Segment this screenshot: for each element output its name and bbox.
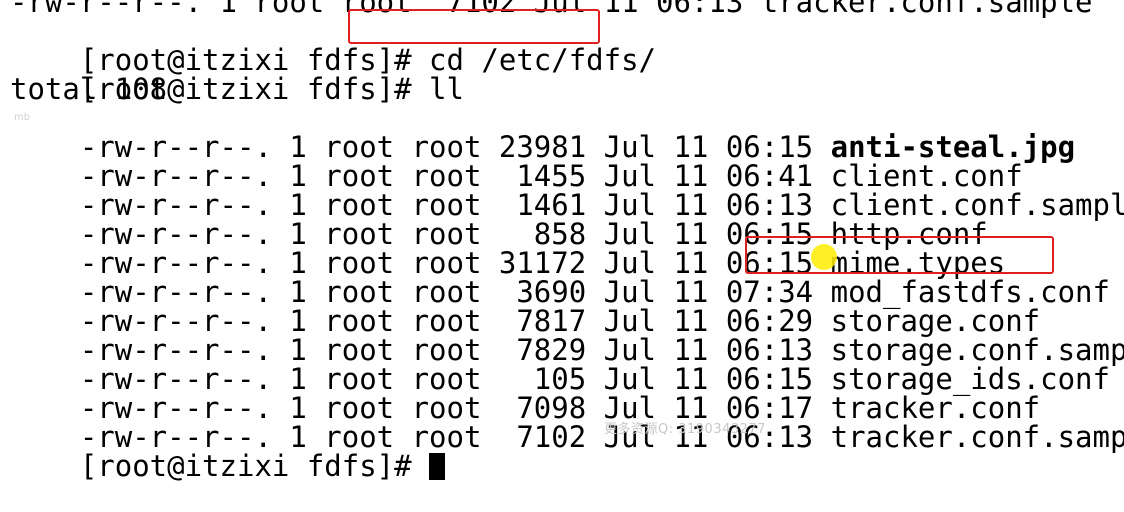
- listing-row: -rw-r--r--. 1 root root 7817 Jul 11 06:2…: [10, 278, 1040, 336]
- listing-row: -rw-r--r--. 1 root root 1455 Jul 11 06:4…: [10, 133, 1023, 191]
- mouse-pointer-highlight: [811, 244, 837, 270]
- listing-row: -rw-r--r--. 1 root root 7829 Jul 11 06:1…: [10, 307, 1124, 365]
- text-cursor: [429, 453, 446, 480]
- listing-row: -rw-r--r--. 1 root root 1461 Jul 11 06:1…: [10, 162, 1124, 220]
- file-name: tracker.conf.sample: [830, 420, 1124, 454]
- listing-row: -rw-r--r--. 1 root root 858 Jul 11 06:15…: [10, 191, 988, 249]
- listing-row: -rw-r--r--. 1 root root 7098 Jul 11 06:1…: [10, 365, 1040, 423]
- command-ll: ll: [429, 72, 464, 106]
- terminal-line-prompt[interactable]: [root@itzixi fdfs]#: [10, 423, 446, 481]
- terminal-window[interactable]: -rw-r--r--. 1 root root 7102 Jul 11 06:1…: [0, 0, 1124, 481]
- listing-row: -rw-r--r--. 1 root root 7102 Jul 11 06:1…: [10, 394, 1124, 452]
- watermark-small: mb: [14, 112, 31, 123]
- listing-row: -rw-r--r--. 1 root root 23981 Jul 11 06:…: [10, 104, 1075, 162]
- listing-total: total 108: [10, 72, 168, 106]
- highlight-box-mod-fastdfs: [745, 236, 1054, 274]
- terminal-line-ll: [root@itzixi fdfs]# ll: [10, 46, 464, 104]
- watermark-text: 更多资源Q: 3190343277: [604, 422, 766, 437]
- shell-prompt: [root@itzixi fdfs]#: [79, 449, 430, 483]
- listing-row: -rw-r--r--. 1 root root 105 Jul 11 06:15…: [10, 336, 1110, 394]
- highlight-box-cd-command: [348, 9, 600, 44]
